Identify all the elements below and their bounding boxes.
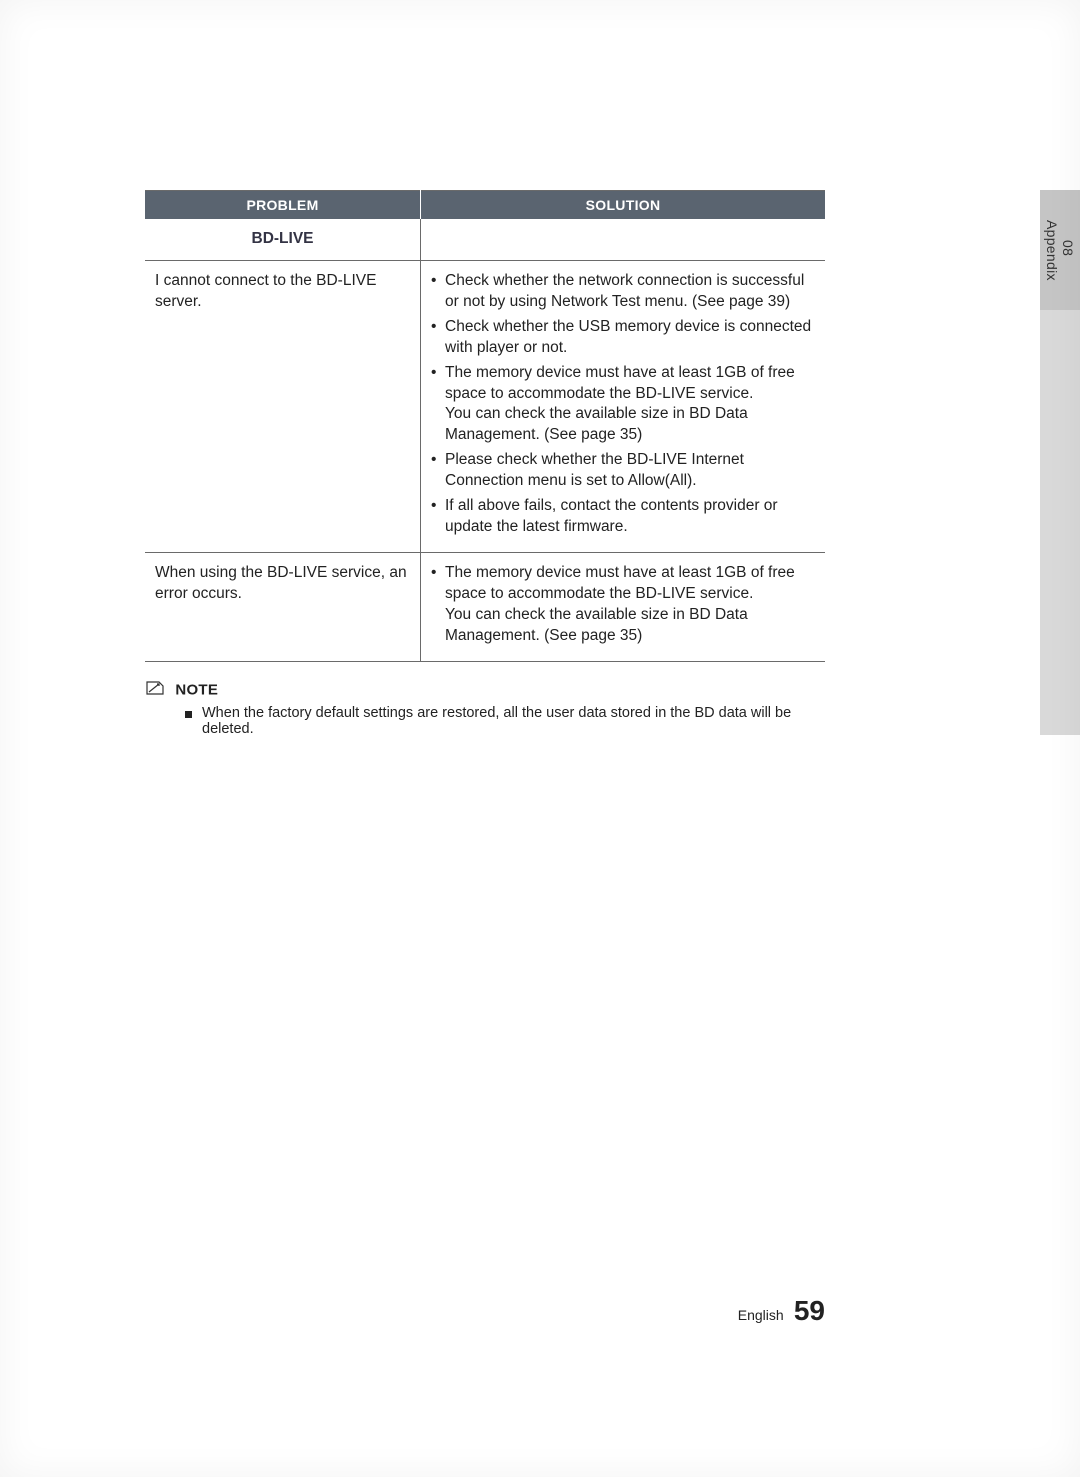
note-block: NOTE When the factory default settings a… xyxy=(145,680,825,737)
note-text: When the factory default settings are re… xyxy=(202,705,825,737)
note-icon xyxy=(145,680,165,701)
solution-item: Check whether the network connection is … xyxy=(431,271,815,313)
side-tab: 08 Appendix xyxy=(1040,190,1080,735)
section-number: 08 xyxy=(1060,220,1076,277)
header-solution: SOLUTION xyxy=(421,191,826,220)
problem-cell: When using the BD-LIVE service, an error… xyxy=(145,552,421,661)
header-problem: PROBLEM xyxy=(145,191,421,220)
subhead-bd-live: BD-LIVE xyxy=(145,219,421,260)
solution-text: The memory device must have at least 1GB… xyxy=(445,564,795,602)
side-tab-top: 08 Appendix xyxy=(1040,190,1080,310)
bullet-square-icon xyxy=(185,711,192,718)
page-footer: English 59 xyxy=(145,1295,825,1327)
troubleshooting-table: PROBLEM SOLUTION BD-LIVE I cannot connec… xyxy=(145,190,825,662)
solution-list: The memory device must have at least 1GB… xyxy=(431,563,815,647)
main-content: PROBLEM SOLUTION BD-LIVE I cannot connec… xyxy=(145,190,825,737)
solution-cell: Check whether the network connection is … xyxy=(421,260,826,552)
solution-item: If all above fails, contact the contents… xyxy=(431,496,815,538)
side-tab-label: 08 Appendix xyxy=(1044,220,1076,281)
solution-cell: The memory device must have at least 1GB… xyxy=(421,552,826,661)
section-name: Appendix xyxy=(1044,220,1060,281)
footer-language: English xyxy=(738,1307,784,1323)
solution-item: The memory device must have at least 1GB… xyxy=(431,363,815,447)
problem-cell: I cannot connect to the BD-LIVE server. xyxy=(145,260,421,552)
solution-text: You can check the available size in BD D… xyxy=(445,405,748,443)
table-header-row: PROBLEM SOLUTION xyxy=(145,191,825,220)
solution-item: The memory device must have at least 1GB… xyxy=(431,563,815,647)
solution-item: Please check whether the BD-LIVE Interne… xyxy=(431,450,815,492)
table-row: When using the BD-LIVE service, an error… xyxy=(145,552,825,661)
subhead-empty xyxy=(421,219,826,260)
solution-text: You can check the available size in BD D… xyxy=(445,606,748,644)
solution-item: Check whether the USB memory device is c… xyxy=(431,317,815,359)
table-row: I cannot connect to the BD-LIVE server. … xyxy=(145,260,825,552)
solution-text: The memory device must have at least 1GB… xyxy=(445,364,795,402)
note-item: When the factory default settings are re… xyxy=(145,705,825,737)
note-label: NOTE xyxy=(175,681,218,698)
subhead-row: BD-LIVE xyxy=(145,219,825,260)
page-number: 59 xyxy=(794,1295,825,1326)
solution-list: Check whether the network connection is … xyxy=(431,271,815,538)
